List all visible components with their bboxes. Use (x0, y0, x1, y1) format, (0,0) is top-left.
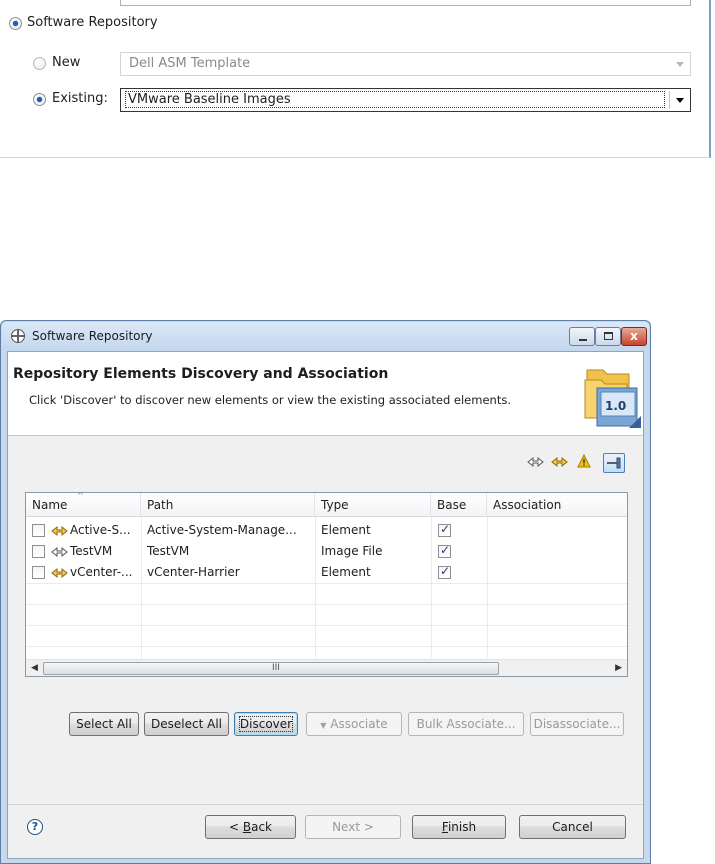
close-icon: x (630, 329, 638, 343)
base-checkbox[interactable] (438, 564, 451, 579)
row-select-checkbox[interactable] (32, 566, 45, 579)
globe-icon (11, 329, 25, 343)
existing-label: Existing: (52, 91, 108, 106)
column-header-label: Name (32, 498, 68, 512)
column-header-path[interactable]: Path (141, 493, 315, 517)
cell-name: Active-S... (70, 523, 131, 537)
sort-ascending-icon: ^ (77, 492, 84, 500)
column-header-name[interactable]: Name ^ (26, 493, 141, 517)
footer-divider (8, 804, 643, 805)
association-toggle-button[interactable] (603, 453, 625, 473)
new-radio[interactable] (33, 57, 46, 70)
associate-button-label: Associate (330, 717, 388, 731)
column-header-label: Path (147, 498, 174, 512)
help-icon[interactable]: ? (27, 819, 43, 835)
back-label-rest: ack (251, 820, 272, 834)
cell-path: Active-System-Manage... (147, 523, 297, 537)
cell-association (487, 562, 627, 583)
row-divider (26, 583, 627, 584)
minimize-button[interactable] (569, 327, 595, 346)
next-button: Next > (305, 815, 401, 839)
column-header-label: Type (321, 498, 349, 512)
repository-options-panel: Software Repository New Dell ASM Templat… (0, 0, 715, 160)
chevron-down-icon (676, 62, 684, 67)
row-divider (26, 646, 627, 647)
cancel-button[interactable]: Cancel (519, 815, 626, 839)
select-all-button[interactable]: Select All (69, 712, 139, 736)
cell-path: vCenter-Harrier (147, 565, 240, 579)
close-button[interactable]: x (621, 327, 647, 346)
cell-association (487, 520, 627, 541)
dialog-client-area: Repository Elements Discovery and Associ… (7, 351, 644, 859)
page-title: Repository Elements Discovery and Associ… (13, 366, 389, 382)
row-select-checkbox[interactable] (32, 524, 45, 537)
new-template-combo: Dell ASM Template (120, 52, 691, 76)
table-row[interactable]: TestVM TestVM Image File (26, 541, 627, 562)
column-header-label: Base (437, 498, 467, 512)
back-mnemonic: B (242, 820, 252, 834)
maximize-button[interactable] (595, 327, 621, 346)
cell-path: TestVM (147, 544, 190, 558)
column-header-label: Association (493, 498, 562, 512)
column-header-type[interactable]: Type (315, 493, 431, 517)
cut-off-input (120, 0, 691, 6)
deselect-all-button[interactable]: Deselect All (144, 712, 229, 736)
bulk-associate-button: Bulk Associate... (408, 712, 524, 736)
base-checkbox[interactable] (438, 522, 451, 537)
existing-radio[interactable] (33, 93, 46, 106)
scrollbar-grip: III (272, 663, 280, 673)
page-description: Click 'Discover' to discover new element… (29, 393, 511, 407)
cell-name: TestVM (70, 544, 113, 558)
element-filter-icon[interactable] (527, 456, 544, 468)
scrollbar-thumb[interactable]: III (43, 662, 499, 675)
cell-association (487, 541, 627, 562)
elements-table[interactable]: Name ^ Path Type Base Association Active… (25, 492, 628, 677)
repository-folders-icon: 1.0 (584, 369, 641, 428)
associate-button: ▼ Associate (306, 712, 402, 736)
combo-separator (669, 91, 670, 109)
scroll-right-icon[interactable]: ▶ (615, 663, 622, 673)
cell-name: vCenter-... (70, 565, 133, 579)
wizard-banner: Repository Elements Discovery and Associ… (8, 352, 643, 436)
finish-label-rest: inish (447, 820, 477, 834)
row-divider (26, 604, 627, 605)
discover-button-label: Discover (238, 716, 294, 732)
row-select-checkbox[interactable] (32, 545, 45, 558)
association-toggle-icon (607, 457, 621, 469)
software-repository-dialog: Software Repository x Repository Element… (0, 320, 651, 864)
chevron-down-icon[interactable] (676, 98, 684, 103)
cell-type: Image File (321, 544, 383, 558)
scroll-left-icon[interactable]: ◀ (31, 663, 38, 673)
minimize-icon (579, 339, 587, 341)
version-label: 1.0 (605, 399, 626, 413)
window-title: Software Repository (32, 329, 153, 343)
warning-icon[interactable] (577, 454, 591, 468)
back-prefix: < (228, 820, 243, 834)
title-bar[interactable]: Software Repository x (2, 322, 649, 350)
discover-button[interactable]: Discover (234, 712, 298, 736)
cell-type: Element (321, 523, 371, 537)
new-template-value: Dell ASM Template (129, 56, 251, 71)
table-row[interactable]: vCenter-... vCenter-Harrier Element (26, 562, 627, 583)
finish-button[interactable]: Finish (412, 815, 506, 839)
new-label: New (52, 55, 81, 70)
column-header-base[interactable]: Base (431, 493, 487, 517)
software-repository-label: Software Repository (27, 15, 158, 30)
cell-type: Element (321, 565, 371, 579)
existing-repository-combo[interactable]: VMware Baseline Images (120, 88, 691, 112)
horizontal-scrollbar[interactable]: ◀ III ▶ (26, 659, 627, 676)
back-button[interactable]: < Back (205, 815, 296, 839)
element-new-icon[interactable] (551, 456, 568, 468)
existing-repository-value: VMware Baseline Images (125, 91, 665, 108)
software-repository-radio[interactable] (9, 17, 22, 30)
base-checkbox[interactable] (438, 543, 451, 558)
table-row[interactable]: Active-S... Active-System-Manage... Elem… (26, 520, 627, 541)
disassociate-button: Disassociate... (530, 712, 624, 736)
chevron-down-icon: ▼ (320, 721, 327, 730)
maximize-icon (604, 332, 613, 340)
column-header-association[interactable]: Association (487, 493, 627, 517)
row-divider (26, 625, 627, 626)
